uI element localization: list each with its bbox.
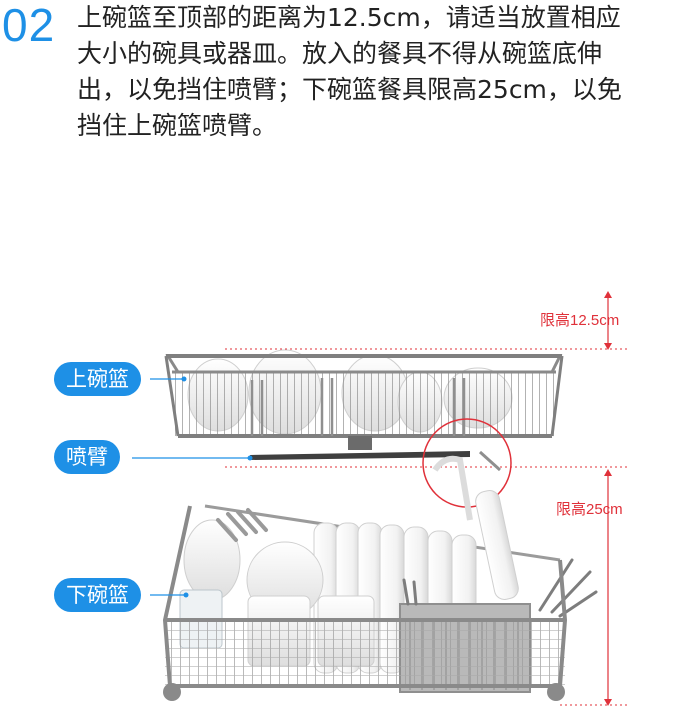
spray-arm	[132, 436, 470, 461]
upper-rack-label: 上碗篮	[54, 362, 141, 396]
lower-rack	[162, 490, 598, 701]
lower-height-limit-label: 限高25cm	[556, 501, 623, 518]
spray-arm-label: 喷臂	[54, 440, 120, 474]
lower-rack-leader-dot	[183, 592, 189, 598]
instruction-page: 02 上碗篮至顶部的距离为12.5cm，请适当放置相应 大小的碗具或器皿。放入的…	[0, 0, 681, 709]
lower-rack-label: 下碗篮	[54, 578, 141, 612]
upper-height-limit-label: 限高12.5cm	[540, 312, 620, 329]
upper-rack-leader-dot	[181, 376, 187, 382]
upper-rack	[164, 349, 564, 438]
